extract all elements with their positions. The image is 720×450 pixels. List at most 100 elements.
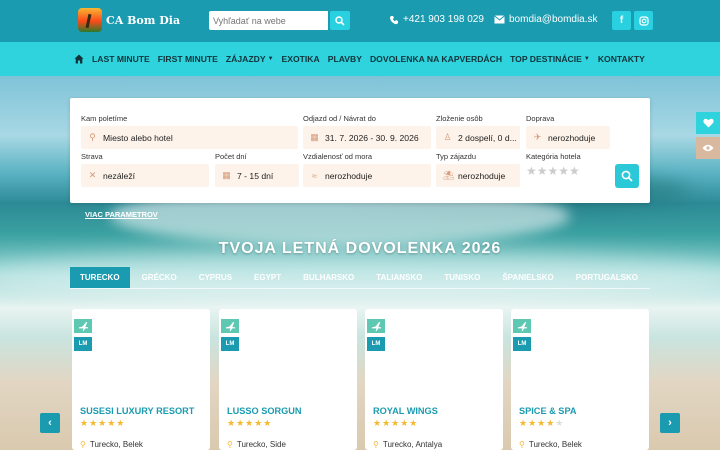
search-input[interactable]	[209, 11, 328, 30]
tab-portugalsko[interactable]: PORTUGALSKO	[566, 267, 648, 288]
tab-turecko[interactable]: TURECKO	[70, 267, 130, 288]
destination-tabs: TURECKO GRÉCKO CYPRUS EGYPT BULHARSKO TA…	[70, 267, 650, 289]
hotel-card[interactable]: LM ROYAL WINGS ★★★★★ ⚲ Turecko, Antalya	[365, 309, 503, 450]
people-label: Zloženie osôb	[436, 114, 483, 123]
recently-viewed-button[interactable]	[696, 137, 720, 159]
destination-field[interactable]: ⚲ Miesto alebo hotel	[81, 126, 298, 149]
favorites-button[interactable]	[696, 112, 720, 134]
plane-icon	[513, 319, 531, 333]
email-contact[interactable]: bomdia@bomdia.sk	[494, 14, 598, 25]
search-icon	[621, 170, 633, 182]
heart-icon	[702, 118, 714, 128]
map-pin-icon: ⚲	[227, 440, 233, 449]
people-field[interactable]: ♙ 2 dospelí, 0 d...	[436, 126, 520, 149]
waves-icon: ≈	[312, 170, 317, 181]
cutlery-icon: ✕	[88, 170, 97, 180]
search-icon	[335, 15, 345, 26]
hotel-name[interactable]: SUSESI LUXURY RESORT	[80, 406, 194, 416]
nav-top-destinacie[interactable]: TOP DESTINÁCIE ▼	[510, 54, 590, 64]
eye-icon	[702, 144, 714, 152]
nav-kapverdy[interactable]: DOVOLENKA NA KAPVERDÁCH	[370, 54, 502, 64]
brand-name: CA Bom Dia	[106, 13, 181, 27]
instagram-button[interactable]	[634, 11, 653, 30]
nav-exotika[interactable]: EXOTIKA	[282, 54, 320, 64]
hotel-rating-stars: ★★★★★	[80, 418, 126, 428]
nights-field[interactable]: ▦ 7 - 15 dní	[215, 164, 299, 187]
nav-home[interactable]	[74, 54, 84, 64]
hotel-card[interactable]: LM LUSSO SORGUN ★★★★★ ⚲ Turecko, Side	[219, 309, 357, 450]
tab-spanielsko[interactable]: ŠPANIELSKO	[492, 267, 563, 288]
nav-zajazdy[interactable]: ZÁJAZDY ▼	[226, 54, 274, 64]
tab-grecko[interactable]: GRÉCKO	[132, 267, 187, 288]
category-label: Kategória hotela	[526, 152, 581, 161]
board-field[interactable]: ✕ nezáleží	[81, 164, 209, 187]
distance-field[interactable]: ≈ nerozhoduje	[303, 164, 431, 187]
transport-label: Doprava	[526, 114, 555, 123]
phone-icon	[390, 15, 398, 24]
facebook-button[interactable]: f	[612, 11, 631, 30]
carousel-next-button[interactable]: ›	[660, 413, 680, 433]
phone-number: +421 903 198 029	[403, 14, 484, 25]
facebook-icon: f	[619, 15, 624, 26]
tab-bulharsko[interactable]: BULHARSKO	[293, 267, 364, 288]
plane-icon: ✈	[533, 132, 542, 142]
phone-contact[interactable]: +421 903 198 029	[389, 14, 484, 25]
plane-icon	[367, 319, 385, 333]
nav-plavby[interactable]: PLAVBY	[328, 54, 362, 64]
page-headline: TVOJA LETNÁ DOVOLENKA 2026	[218, 240, 502, 257]
hotel-category-stars[interactable]: ★★★★★	[526, 164, 580, 178]
plane-icon	[74, 319, 92, 333]
distance-label: Vzdialenosť od mora	[303, 152, 373, 161]
more-params-link[interactable]: VIAC PARAMETROV	[85, 210, 158, 219]
nav-first-minute[interactable]: FIRST MINUTE	[158, 54, 218, 64]
chevron-right-icon: ›	[668, 417, 672, 429]
hotel-name[interactable]: ROYAL WINGS	[373, 406, 438, 416]
tab-egypt[interactable]: EGYPT	[244, 267, 291, 288]
nav-last-minute[interactable]: LAST MINUTE	[92, 54, 150, 64]
trip-type-field[interactable]: ⛱ nerozhoduje	[436, 164, 520, 187]
plane-icon	[221, 319, 239, 333]
hotel-card[interactable]: LM SPICE & SPA ★★★★★ ⚲ Turecko, Belek	[511, 309, 649, 450]
main-nav: LAST MINUTE FIRST MINUTE ZÁJAZDY ▼ EXOTIK…	[0, 42, 720, 76]
map-pin-icon: ⚲	[373, 440, 379, 449]
calendar-icon: ▦	[310, 132, 319, 142]
home-icon	[74, 54, 84, 64]
map-pin-icon: ⚲	[519, 440, 525, 449]
email-address: bomdia@bomdia.sk	[509, 14, 598, 25]
board-label: Strava	[81, 152, 103, 161]
instagram-icon	[638, 15, 649, 26]
hotel-location: ⚲ Turecko, Antalya	[373, 440, 443, 449]
person-icon: ♙	[443, 132, 452, 142]
lm-badge: LM	[367, 337, 385, 351]
top-bar: CA Bom Dia +421 903 198 029 bomdia@bomdi…	[0, 0, 720, 42]
hotel-location: ⚲ Turecko, Side	[227, 440, 286, 449]
email-icon	[494, 15, 505, 24]
search-button[interactable]	[330, 11, 350, 30]
carousel-prev-button[interactable]: ‹	[40, 413, 60, 433]
lm-badge: LM	[513, 337, 531, 351]
dates-label: Odjazd od / Návrat do	[303, 114, 376, 123]
nav-kontakty[interactable]: KONTAKTY	[598, 54, 645, 64]
site-search	[209, 11, 351, 31]
transport-field[interactable]: ✈ nerozhoduje	[526, 126, 610, 149]
hotel-rating-stars: ★★★★★	[373, 418, 419, 428]
tab-cyprus[interactable]: CYPRUS	[189, 267, 242, 288]
destination-label: Kam poletíme	[81, 114, 128, 123]
calendar-icon: ▦	[222, 170, 231, 180]
nights-label: Počet dní	[215, 152, 247, 161]
tab-taliansko[interactable]: TALIANSKO	[366, 267, 432, 288]
logo[interactable]: CA Bom Dia	[78, 8, 180, 32]
palm-logo-icon	[78, 8, 102, 32]
search-submit-button[interactable]	[615, 164, 639, 188]
hotel-name[interactable]: SPICE & SPA	[519, 406, 577, 416]
hotel-card[interactable]: LM SUSESI LUXURY RESORT ★★★★★ ⚲ Turecko, …	[72, 309, 210, 450]
hotel-rating-stars: ★★★★★	[227, 418, 273, 428]
hotel-location: ⚲ Turecko, Belek	[519, 440, 582, 449]
caret-down-icon: ▼	[267, 56, 274, 62]
dates-field[interactable]: ▦ 31. 7. 2026 - 30. 9. 2026	[303, 126, 431, 149]
map-pin-icon: ⚲	[80, 440, 86, 449]
hotel-name[interactable]: LUSSO SORGUN	[227, 406, 302, 416]
tab-tunisko[interactable]: TUNISKO	[434, 267, 490, 288]
search-panel: Kam poletíme ⚲ Miesto alebo hotel Odjazd…	[70, 98, 650, 203]
map-pin-icon: ⚲	[89, 132, 96, 142]
